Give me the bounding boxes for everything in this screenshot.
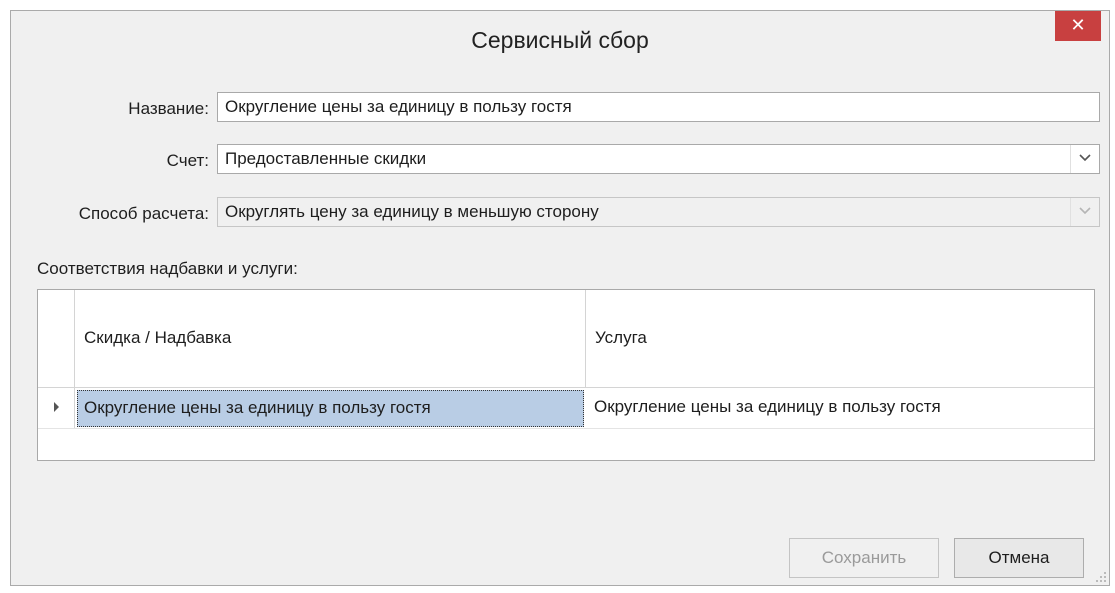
resize-grip-icon[interactable] [1095,571,1107,583]
account-label: Счет: [166,151,209,170]
method-select: Округлять цену за единицу в меньшую стор… [217,197,1100,227]
table-cell-service[interactable]: Округление цены за единицу в пользу гост… [586,388,1094,428]
title-bar: Сервисный сбор ✕ [11,11,1109,71]
method-value: Округлять цену за единицу в меньшую стор… [225,202,599,221]
cancel-button[interactable]: Отмена [954,538,1084,578]
service-fee-dialog: Сервисный сбор ✕ Название: Округление це… [10,10,1110,586]
mapping-section-label: Соответствия надбавки и услуги: [37,259,298,278]
close-icon: ✕ [1070,15,1086,35]
chevron-down-icon [1070,198,1099,226]
row-divider [38,428,1094,429]
row-pointer-icon [54,402,59,412]
row-indicator[interactable] [38,388,75,428]
account-value: Предоставленные скидки [225,149,427,168]
method-label: Способ расчета: [78,204,209,223]
save-button[interactable]: Сохранить [789,538,939,578]
close-button[interactable]: ✕ [1055,11,1101,41]
chevron-down-icon[interactable] [1070,145,1099,173]
column-header-discount[interactable]: Скидка / Надбавка [75,290,586,388]
dialog-title: Сервисный сбор [471,27,649,53]
mapping-table: Скидка / Надбавка Услуга Округление цены… [37,289,1095,461]
name-label: Название: [128,99,209,118]
table-cell-discount[interactable]: Округление цены за единицу в пользу гост… [77,390,584,427]
name-input[interactable]: Округление цены за единицу в пользу гост… [217,92,1100,122]
row-header-corner [38,290,75,388]
column-header-service[interactable]: Услуга [586,290,1094,388]
account-select[interactable]: Предоставленные скидки [217,144,1100,174]
